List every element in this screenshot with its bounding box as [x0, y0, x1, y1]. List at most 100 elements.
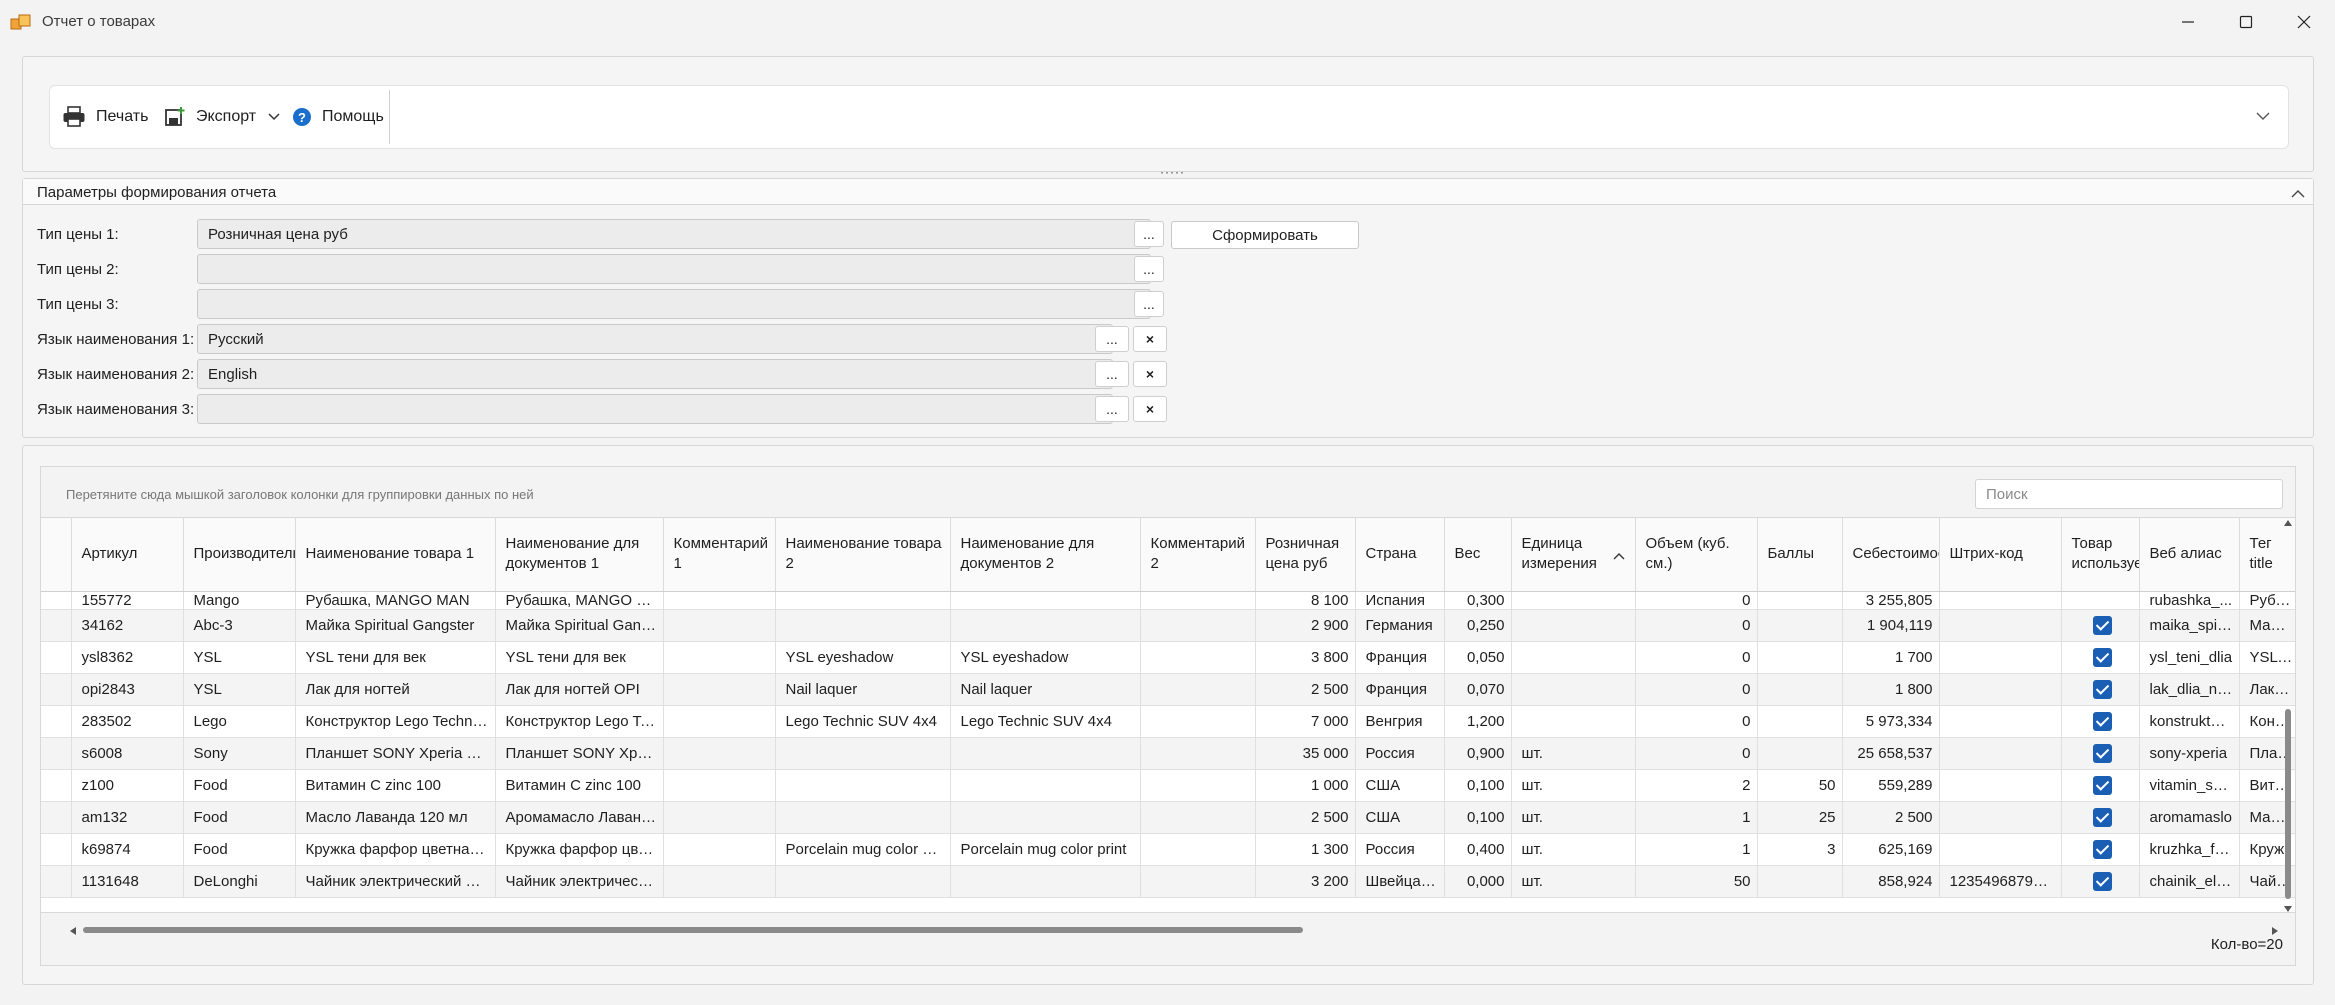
product-used-checkbox[interactable] — [2092, 839, 2112, 859]
generate-button[interactable]: Сформировать — [1171, 221, 1359, 249]
price-type-3-browse-button[interactable]: ... — [1134, 291, 1164, 317]
group-by-drop-area[interactable]: Перетяните сюда мышкой заголовок колонки… — [66, 487, 534, 502]
column-header[interactable]: Веб алиас — [2139, 518, 2240, 592]
row-selector[interactable] — [41, 801, 72, 834]
name-language-1-clear-button[interactable]: × — [1133, 326, 1167, 352]
name-language-3-input[interactable] — [197, 394, 1113, 424]
vertical-scroll-thumb[interactable] — [2285, 709, 2291, 899]
name-language-3-browse-button[interactable]: ... — [1095, 396, 1129, 422]
column-header[interactable]: Розничная цена руб — [1255, 518, 1356, 592]
row-selector[interactable] — [41, 705, 72, 738]
row-selector[interactable] — [41, 591, 72, 610]
product-used-checkbox[interactable] — [2092, 871, 2112, 891]
minimize-button[interactable] — [2159, 0, 2217, 44]
scroll-up-icon[interactable] — [2283, 519, 2293, 527]
column-header[interactable]: Единица измерения — [1511, 518, 1636, 592]
name-language-2-browse-button[interactable]: ... — [1095, 361, 1129, 387]
table-row[interactable]: 283502LegoКонструктор Lego Technic SUVКо… — [41, 705, 2295, 738]
parameters-collapse-button[interactable] — [2291, 185, 2305, 202]
table-cell[interactable] — [2061, 769, 2140, 802]
name-language-2-clear-button[interactable]: × — [1133, 361, 1167, 387]
column-header[interactable]: Наименование для документов 2 — [950, 518, 1141, 592]
table-cell[interactable] — [2061, 865, 2140, 898]
table-cell[interactable] — [2061, 641, 2140, 674]
close-button[interactable] — [2275, 0, 2333, 44]
column-header[interactable]: Вес — [1444, 518, 1512, 592]
table-row[interactable]: ysl8362 YSL YSL тени для век YSL тени для в… — [41, 641, 2295, 674]
price-type-1-browse-button[interactable]: ... — [1134, 221, 1164, 247]
vertical-scrollbar[interactable] — [2283, 519, 2293, 913]
product-used-checkbox[interactable] — [2092, 775, 2112, 795]
search-input[interactable]: Поиск — [1975, 479, 2283, 509]
table-cell: Mango — [183, 591, 296, 610]
column-header[interactable]: Комментарий 2 — [1140, 518, 1256, 592]
product-used-checkbox[interactable] — [2092, 615, 2112, 635]
product-used-checkbox[interactable] — [2092, 807, 2112, 827]
row-selector[interactable] — [41, 673, 72, 706]
column-header[interactable]: Товар используется — [2061, 518, 2140, 592]
column-header[interactable]: Артикул — [71, 518, 184, 592]
toolbar-collapse-button[interactable] — [2256, 108, 2270, 125]
price-type-3-input[interactable] — [197, 289, 1151, 319]
table-row[interactable]: 1131648DeLonghiЧайник электрический DeLo… — [41, 865, 2295, 898]
column-header[interactable]: Баллы — [1757, 518, 1843, 592]
export-button[interactable]: Экспорт — [164, 86, 280, 148]
column-header[interactable]: Производитель — [183, 518, 296, 592]
price-type-2-input[interactable] — [197, 254, 1151, 284]
column-header[interactable]: Наименование для документов 1 — [495, 518, 664, 592]
table-cell: Лак для ногтей OPI — [495, 673, 664, 706]
name-language-2-input[interactable]: English — [197, 359, 1113, 389]
price-type-1-input[interactable]: Розничная цена руб — [197, 219, 1151, 249]
table-row[interactable]: z100 Food Витамин C zinc 100 Витамин C zinc… — [41, 769, 2295, 802]
product-used-checkbox[interactable] — [2092, 647, 2112, 667]
product-used-checkbox[interactable] — [2092, 679, 2112, 699]
scroll-right-icon[interactable] — [2271, 926, 2279, 936]
scroll-left-icon[interactable] — [69, 926, 77, 936]
price-type-2-browse-button[interactable]: ... — [1134, 256, 1164, 282]
column-header[interactable]: Комментарий 1 — [663, 518, 776, 592]
table-cell — [1757, 737, 1843, 770]
horizontal-scroll-thumb[interactable] — [83, 927, 1303, 933]
table-cell[interactable] — [2061, 705, 2140, 738]
product-used-checkbox[interactable] — [2092, 711, 2112, 731]
table-cell[interactable] — [2061, 801, 2140, 834]
row-selector[interactable] — [41, 737, 72, 770]
splitter-handle[interactable]: ····· — [1160, 166, 1185, 178]
column-header[interactable]: Наименование товара 1 — [295, 518, 496, 592]
table-cell: Lego — [183, 705, 296, 738]
help-button[interactable]: ? Помощь — [292, 86, 384, 148]
table-cell — [1939, 641, 2062, 674]
table-cell[interactable] — [2061, 673, 2140, 706]
scroll-down-icon[interactable] — [2283, 905, 2293, 913]
name-language-1-browse-button[interactable]: ... — [1095, 326, 1129, 352]
product-used-checkbox[interactable] — [2092, 743, 2112, 763]
column-header[interactable]: Объем (куб. см.) — [1635, 518, 1758, 592]
table-row[interactable]: 155772 Mango Рубашка, MANGO MAN Рубашка, MA… — [41, 591, 2295, 610]
row-selector-header[interactable] — [41, 518, 72, 592]
row-selector[interactable] — [41, 769, 72, 802]
maximize-button[interactable] — [2217, 0, 2275, 44]
table-cell[interactable] — [2061, 737, 2140, 770]
print-button[interactable]: Печать — [62, 86, 148, 148]
table-cell[interactable] — [2061, 609, 2140, 642]
horizontal-scrollbar[interactable] — [69, 925, 2279, 935]
column-header[interactable]: Страна — [1355, 518, 1445, 592]
name-language-1-input[interactable]: Русский — [197, 324, 1113, 354]
table-cell — [1511, 609, 1636, 642]
row-selector[interactable] — [41, 641, 72, 674]
column-header[interactable]: Наименование товара 2 — [775, 518, 951, 592]
table-cell: 0,300 — [1444, 591, 1512, 610]
row-selector[interactable] — [41, 833, 72, 866]
row-selector[interactable] — [41, 865, 72, 898]
column-header[interactable]: Штрих-код — [1939, 518, 2062, 592]
name-language-3-clear-button[interactable]: × — [1133, 396, 1167, 422]
table-row[interactable]: am132 Food Масло Лаванда 120 мл Аромамасло … — [41, 801, 2295, 834]
table-row[interactable]: s6008SonyПланшет SONY Xperia Z2 TabletПл… — [41, 737, 2295, 770]
row-selector[interactable] — [41, 609, 72, 642]
table-row[interactable]: opi2843 YSL Лак для ногтей Лак для ногтей O… — [41, 673, 2295, 706]
table-row[interactable]: 34162 Abc-3 Майка Spiritual Gangster Майка … — [41, 609, 2295, 642]
column-header[interactable]: Себестоимость — [1842, 518, 1940, 592]
table-row[interactable]: k69874FoodКружка фарфор цветная принтКру… — [41, 833, 2295, 866]
table-cell[interactable] — [2061, 591, 2140, 610]
table-cell[interactable] — [2061, 833, 2140, 866]
